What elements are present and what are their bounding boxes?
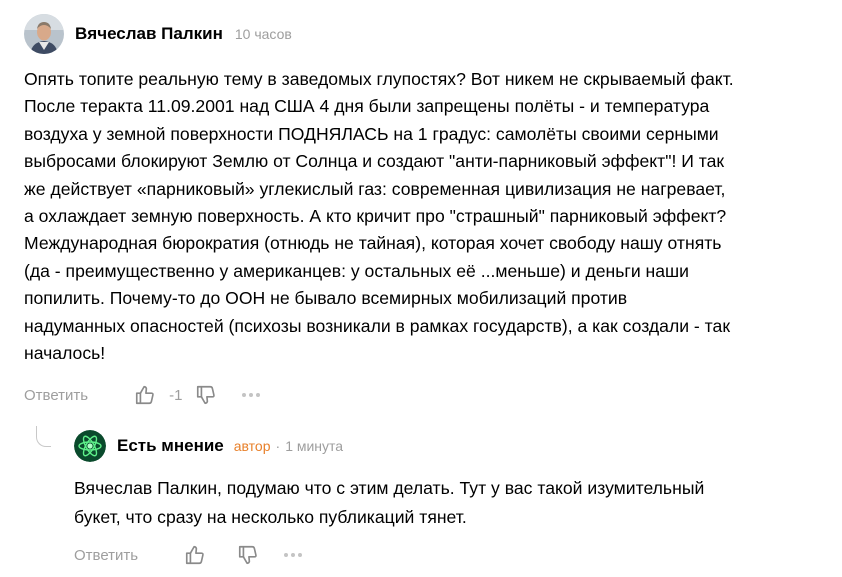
comment-text-line: попилить. Почему-то до ООН не бывало все…: [24, 288, 628, 309]
vote-count: -1: [169, 386, 183, 404]
more-dots-icon[interactable]: [283, 552, 303, 558]
reply-header: Есть мнение автор · 1 минута: [74, 430, 343, 462]
separator-dot: ·: [275, 438, 281, 454]
author-badge: автор: [233, 438, 271, 454]
avatar[interactable]: [24, 14, 64, 54]
reply-text-line: Вячеслав Палкин, подумаю что с этим дела…: [74, 478, 705, 498]
reply-timestamp: 1 минута: [285, 438, 344, 454]
comment-text-line: началось!: [24, 343, 106, 364]
avatar[interactable]: [74, 430, 106, 462]
comment-text-line: выбросами блокируют Землю от Солнца и со…: [24, 151, 725, 172]
more-dots-icon[interactable]: [241, 392, 261, 398]
author-name[interactable]: Есть мнение: [117, 436, 224, 456]
reply-text-line: букет, что сразу на несколько публикаций…: [74, 507, 467, 527]
comment-text-line: (да - преимущественно у американцев: у о…: [24, 260, 689, 281]
author-name[interactable]: Вячеслав Палкин: [75, 24, 223, 44]
comment-text-line: воздуха у земной поверхности ПОДНЯЛАСЬ н…: [24, 123, 719, 144]
reply-button[interactable]: Ответить: [24, 387, 88, 404]
comment-text-line: После теракта 11.09.2001 над США 4 дня б…: [24, 96, 710, 117]
comment-text-line: же действует «парниковый» углекислый газ…: [24, 178, 726, 199]
thumbs-up-icon[interactable]: [184, 544, 206, 566]
comment-header: Вячеслав Палкин 10 часов: [24, 14, 292, 54]
atom-icon: [74, 430, 106, 462]
user-photo-icon: [24, 14, 64, 54]
comment-text-line: а охлаждает земную поверхность. А кто кр…: [24, 206, 727, 227]
comment-timestamp: 10 часов: [234, 26, 292, 42]
comment-text-line: надуманных опасностей (психозы возникали…: [24, 315, 731, 336]
comment-text-line: Опять топите реальную тему в заведомых г…: [24, 69, 734, 89]
thumbs-down-icon[interactable]: [237, 544, 259, 566]
reply-actions: Ответить: [74, 540, 303, 570]
thumbs-down-icon[interactable]: [195, 384, 217, 406]
comment-text: Опять топите реальную тему в заведомых г…: [24, 66, 824, 367]
comment-actions: Ответить -1: [24, 380, 261, 410]
comment-text-line: Международная бюрократия (отнюдь не тайн…: [24, 233, 722, 254]
reply-button[interactable]: Ответить: [74, 547, 138, 564]
thread-connector: [36, 426, 51, 447]
reply-text: Вячеслав Палкин, подумаю что с этим дела…: [74, 474, 814, 532]
thumbs-up-icon[interactable]: [134, 384, 156, 406]
